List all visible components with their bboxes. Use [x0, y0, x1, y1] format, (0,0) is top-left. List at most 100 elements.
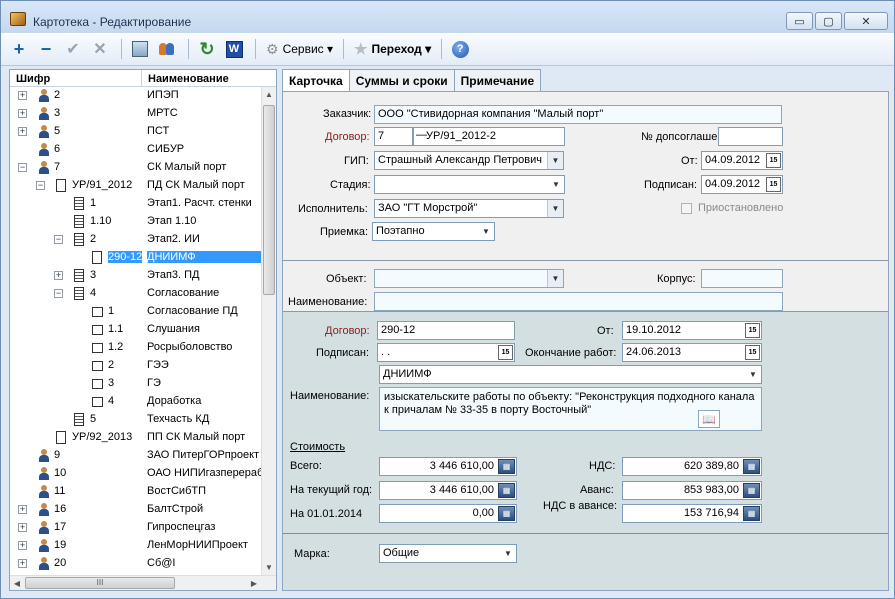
- users-button[interactable]: [155, 37, 179, 61]
- vat-advance-field[interactable]: 153 716,94 ▦: [622, 504, 762, 523]
- tab-notes[interactable]: Примечание: [453, 69, 542, 91]
- scroll-up-icon[interactable]: ▲: [262, 87, 276, 102]
- current-year-field[interactable]: 3 446 610,00 ▦: [379, 481, 517, 500]
- tree-row[interactable]: − 7 СК Малый порт: [10, 159, 261, 177]
- scroll-thumb[interactable]: [263, 105, 275, 295]
- stage-select[interactable]: ▼: [374, 175, 565, 194]
- tree-row[interactable]: 1.10 Этап 1.10: [10, 213, 261, 231]
- tree-row[interactable]: +20 Сб@I: [10, 555, 261, 573]
- tree-row[interactable]: +3 МРТС: [10, 105, 261, 123]
- collapse-icon[interactable]: −: [54, 289, 63, 298]
- from-date-field[interactable]: 04.09.2012 15: [701, 151, 783, 170]
- expand-icon[interactable]: +: [18, 505, 27, 514]
- advance-field[interactable]: 853 983,00 ▦: [622, 481, 762, 500]
- calendar-icon[interactable]: 15: [745, 345, 760, 360]
- expand-icon[interactable]: +: [18, 541, 27, 550]
- tree-horizontal-scrollbar[interactable]: ◀ III ▶: [10, 575, 276, 590]
- expand-icon[interactable]: +: [54, 271, 63, 280]
- calendar-icon[interactable]: 15: [766, 177, 781, 192]
- tree-row[interactable]: 2 ГЭЭ: [10, 357, 261, 375]
- remove-icon[interactable]: −: [34, 37, 58, 61]
- customer-field[interactable]: ООО "Стивидорная компания "Малый порт": [374, 105, 782, 124]
- expand-icon[interactable]: +: [18, 91, 27, 100]
- organization-select[interactable]: ДНИИМФ ▼: [379, 365, 762, 384]
- mark-select[interactable]: Общие ▼: [379, 544, 517, 563]
- contract-number-field[interactable]: 7: [374, 127, 413, 146]
- close-button[interactable]: ✕: [844, 12, 888, 30]
- gip-select[interactable]: Страшный Александр Петрович ▼: [374, 151, 564, 170]
- column-header-code[interactable]: Шифр: [10, 70, 142, 86]
- calculator-icon[interactable]: ▦: [743, 459, 760, 474]
- tree-row[interactable]: +5 ПСТ: [10, 123, 261, 141]
- tree-row[interactable]: 1.2 Росрыболовство: [10, 339, 261, 357]
- suspended-checkbox[interactable]: [681, 203, 692, 214]
- tree-row[interactable]: +3 Этап3. ПД: [10, 267, 261, 285]
- service-menu[interactable]: ⚙ Сервис ▾: [262, 41, 337, 58]
- word-export-button[interactable]: W: [222, 37, 246, 61]
- scroll-right-icon[interactable]: ▶: [247, 576, 261, 591]
- expand-icon[interactable]: +: [18, 523, 27, 532]
- expand-icon[interactable]: +: [18, 109, 27, 118]
- tree-row[interactable]: 5 Техчасть КД: [10, 411, 261, 429]
- goto-menu[interactable]: ★ Переход ▾: [350, 40, 435, 58]
- tree-row[interactable]: 3 ГЭ: [10, 375, 261, 393]
- tree-row[interactable]: 11 ВостСибТП: [10, 483, 261, 501]
- scroll-left-icon[interactable]: ◀: [10, 576, 24, 591]
- hscroll-thumb[interactable]: III: [25, 577, 175, 589]
- tree-row[interactable]: 6 СИБУР: [10, 141, 261, 159]
- add-icon[interactable]: +: [7, 37, 31, 61]
- expand-icon[interactable]: +: [18, 559, 27, 568]
- tree-row[interactable]: +19 ЛенМорНИИПроект: [10, 537, 261, 555]
- tree-row[interactable]: +2 ИПЭП: [10, 87, 261, 105]
- minimize-button[interactable]: ▭: [786, 12, 813, 30]
- tree-vertical-scrollbar[interactable]: ▲ ▼: [261, 87, 276, 575]
- tab-card[interactable]: Карточка: [282, 69, 350, 93]
- tree-row[interactable]: УР/92_2013 ПП СК Малый порт: [10, 429, 261, 447]
- sub-contract-field[interactable]: 290-12: [377, 321, 515, 340]
- calendar-icon[interactable]: 15: [745, 323, 760, 338]
- sub-signed-field[interactable]: . . 15: [377, 343, 515, 362]
- calculator-icon[interactable]: ▦: [743, 483, 760, 498]
- accept-icon[interactable]: ✔: [61, 37, 85, 61]
- help-button[interactable]: ?: [448, 37, 472, 61]
- object-select[interactable]: ▼: [374, 269, 564, 288]
- tree-row[interactable]: − 2 Этап2. ИИ: [10, 231, 261, 249]
- tree-row[interactable]: − УР/91_2012 ПД СК Малый порт: [10, 177, 261, 195]
- collapse-icon[interactable]: −: [18, 163, 27, 172]
- executor-select[interactable]: ЗАО "ГТ Морстрой" ▼: [374, 199, 564, 218]
- tree-row[interactable]: 1.1 Слушания: [10, 321, 261, 339]
- expand-icon[interactable]: +: [18, 127, 27, 136]
- calendar-icon[interactable]: 15: [766, 153, 781, 168]
- tree-row[interactable]: +16 БалтСтрой: [10, 501, 261, 519]
- maximize-button[interactable]: ▢: [815, 12, 842, 30]
- collapse-icon[interactable]: −: [36, 181, 45, 190]
- tree-row[interactable]: +17 Гипроспецгаз: [10, 519, 261, 537]
- card-view-button[interactable]: [128, 37, 152, 61]
- total-field[interactable]: 3 446 610,00 ▦: [379, 457, 517, 476]
- vat-field[interactable]: 620 389,80 ▦: [622, 457, 762, 476]
- scroll-down-icon[interactable]: ▼: [262, 560, 276, 575]
- tree-row[interactable]: 1 Согласование ПД: [10, 303, 261, 321]
- calendar-icon[interactable]: 15: [498, 345, 513, 360]
- building-field[interactable]: [701, 269, 783, 288]
- calculator-icon[interactable]: ▦: [498, 483, 515, 498]
- refresh-icon[interactable]: ↻: [195, 37, 219, 61]
- addendum-field[interactable]: [718, 127, 783, 146]
- column-header-name[interactable]: Наименование: [142, 70, 229, 86]
- collapse-icon[interactable]: −: [54, 235, 63, 244]
- calculator-icon[interactable]: ▦: [498, 459, 515, 474]
- book-icon[interactable]: 📖: [698, 410, 720, 428]
- end-date-field[interactable]: 24.06.2013 15: [622, 343, 762, 362]
- signed-date-field[interactable]: 04.09.2012 15: [701, 175, 783, 194]
- calculator-icon[interactable]: ▦: [743, 506, 760, 521]
- contract-code-field[interactable]: — УР/91_2012-2: [413, 127, 565, 146]
- calculator-icon[interactable]: ▦: [498, 506, 515, 521]
- sub-from-date-field[interactable]: 19.10.2012 15: [622, 321, 762, 340]
- cancel-icon[interactable]: ✕: [88, 37, 112, 61]
- tree-row[interactable]: 1 Этап1. Расчт. стенки: [10, 195, 261, 213]
- tree-row[interactable]: − 4 Согласование: [10, 285, 261, 303]
- tree-row[interactable]: 4 Доработка: [10, 393, 261, 411]
- tree-row[interactable]: 10 ОАО НИПИгазпереработ: [10, 465, 261, 483]
- acceptance-select[interactable]: Поэтапно ▼: [372, 222, 495, 241]
- tab-sums-terms[interactable]: Суммы и сроки: [348, 69, 455, 91]
